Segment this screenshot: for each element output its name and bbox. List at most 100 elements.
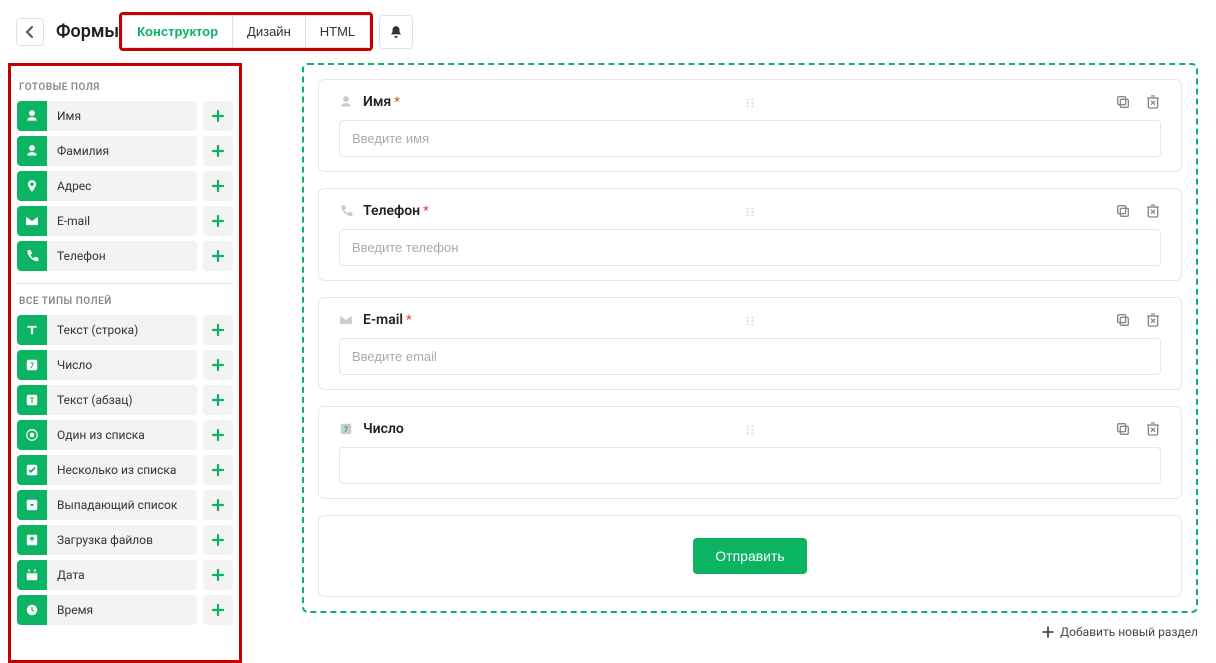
- field-item-label: Текст (строка): [47, 315, 197, 345]
- add-section-label: Добавить новый раздел: [1060, 625, 1198, 639]
- duplicate-button[interactable]: [1115, 421, 1131, 437]
- page-title: Формы: [56, 21, 119, 42]
- plus-icon: [211, 144, 225, 158]
- add-field-button[interactable]: [203, 560, 233, 590]
- all-fields-label: ВСЕ ТИПЫ ПОЛЕЙ: [19, 296, 233, 307]
- upload-icon: [17, 525, 47, 555]
- submit-button[interactable]: Отправить: [693, 538, 806, 574]
- add-field-button[interactable]: [203, 101, 233, 131]
- delete-button[interactable]: [1145, 312, 1161, 328]
- form-dropzone[interactable]: Имя* Телефон* E-mail* 7 Число Отправить: [302, 63, 1198, 613]
- field-item-text-line[interactable]: Текст (строка): [17, 315, 233, 345]
- time-icon: [17, 595, 47, 625]
- add-field-button[interactable]: [203, 315, 233, 345]
- field-item-date[interactable]: Дата: [17, 560, 233, 590]
- plus-icon: [211, 214, 225, 228]
- field-item-checkbox[interactable]: Несколько из списка: [17, 455, 233, 485]
- field-item-label: Телефон: [47, 241, 197, 271]
- view-tabs-highlight: Конструктор Дизайн HTML: [119, 12, 373, 51]
- svg-text:7: 7: [30, 362, 34, 370]
- duplicate-button[interactable]: [1115, 203, 1131, 219]
- field-item-phone[interactable]: Телефон: [17, 241, 233, 271]
- plus-icon: [211, 249, 225, 263]
- field-item-label: Число: [47, 350, 197, 380]
- field-item-person[interactable]: Фамилия: [17, 136, 233, 166]
- delete-button[interactable]: [1145, 203, 1161, 219]
- field-item-label: Имя: [47, 101, 197, 131]
- header: Формы Конструктор Дизайн HTML: [0, 0, 1216, 63]
- duplicate-button[interactable]: [1115, 312, 1131, 328]
- plus-icon: [211, 393, 225, 407]
- view-tabs: Конструктор Дизайн HTML: [122, 15, 370, 48]
- field-item-mail[interactable]: E-mail: [17, 206, 233, 236]
- plus-icon: [211, 603, 225, 617]
- drag-handle-icon[interactable]: [743, 96, 757, 110]
- add-section-button[interactable]: Добавить новый раздел: [302, 625, 1198, 639]
- add-field-button[interactable]: [203, 136, 233, 166]
- field-item-upload[interactable]: Загрузка файлов: [17, 525, 233, 555]
- tab-html[interactable]: HTML: [306, 16, 369, 47]
- field-input[interactable]: [339, 120, 1161, 157]
- plus-icon: [211, 358, 225, 372]
- tab-constructor[interactable]: Конструктор: [123, 16, 233, 47]
- notifications-button[interactable]: [379, 15, 413, 49]
- duplicate-button[interactable]: [1115, 94, 1131, 110]
- field-label: Число: [363, 421, 404, 437]
- add-field-button[interactable]: [203, 525, 233, 555]
- drag-handle-icon[interactable]: [743, 205, 757, 219]
- add-field-button[interactable]: [203, 455, 233, 485]
- mail-icon: [17, 206, 47, 236]
- plus-icon: [211, 109, 225, 123]
- add-field-button[interactable]: [203, 385, 233, 415]
- add-field-button[interactable]: [203, 490, 233, 520]
- field-item-dropdown[interactable]: Выпадающий список: [17, 490, 233, 520]
- person-icon: [17, 136, 47, 166]
- bell-icon: [389, 25, 403, 39]
- form-field-card[interactable]: 7 Число: [318, 406, 1182, 499]
- required-indicator: *: [423, 204, 429, 219]
- plus-icon: [211, 323, 225, 337]
- chevron-left-icon: [25, 26, 35, 38]
- date-icon: [17, 560, 47, 590]
- add-field-button[interactable]: [203, 206, 233, 236]
- number-icon: 7: [339, 422, 353, 436]
- field-item-label: Адрес: [47, 171, 197, 201]
- field-item-radio[interactable]: Один из списка: [17, 420, 233, 450]
- field-item-time[interactable]: Время: [17, 595, 233, 625]
- tab-design[interactable]: Дизайн: [233, 16, 306, 47]
- field-input[interactable]: [339, 447, 1161, 484]
- field-item-pin[interactable]: Адрес: [17, 171, 233, 201]
- back-button[interactable]: [16, 18, 44, 46]
- field-item-label: Дата: [47, 560, 197, 590]
- add-field-button[interactable]: [203, 420, 233, 450]
- add-field-button[interactable]: [203, 595, 233, 625]
- plus-icon: [1042, 626, 1054, 638]
- form-field-card[interactable]: Телефон*: [318, 188, 1182, 281]
- plus-icon: [211, 179, 225, 193]
- field-item-label: Несколько из списка: [47, 455, 197, 485]
- svg-text:T: T: [30, 397, 35, 405]
- field-input[interactable]: [339, 229, 1161, 266]
- field-input[interactable]: [339, 338, 1161, 375]
- field-item-text-para[interactable]: T Текст (абзац): [17, 385, 233, 415]
- field-item-person[interactable]: Имя: [17, 101, 233, 131]
- plus-icon: [211, 463, 225, 477]
- add-field-button[interactable]: [203, 241, 233, 271]
- add-field-button[interactable]: [203, 350, 233, 380]
- delete-button[interactable]: [1145, 421, 1161, 437]
- required-indicator: *: [406, 313, 412, 328]
- person-icon: [17, 101, 47, 131]
- phone-icon: [339, 204, 353, 218]
- field-item-number[interactable]: 7 Число: [17, 350, 233, 380]
- add-field-button[interactable]: [203, 171, 233, 201]
- drag-handle-icon[interactable]: [743, 314, 757, 328]
- required-indicator: *: [394, 95, 400, 110]
- form-field-card[interactable]: Имя*: [318, 79, 1182, 172]
- field-item-label: Текст (абзац): [47, 385, 197, 415]
- form-field-card[interactable]: E-mail*: [318, 297, 1182, 390]
- field-item-label: Выпадающий список: [47, 490, 197, 520]
- fields-sidebar: ГОТОВЫЕ ПОЛЯ ИмяФамилияАдресE-mailТелефо…: [8, 63, 242, 663]
- plus-icon: [211, 428, 225, 442]
- drag-handle-icon[interactable]: [743, 423, 757, 437]
- delete-button[interactable]: [1145, 94, 1161, 110]
